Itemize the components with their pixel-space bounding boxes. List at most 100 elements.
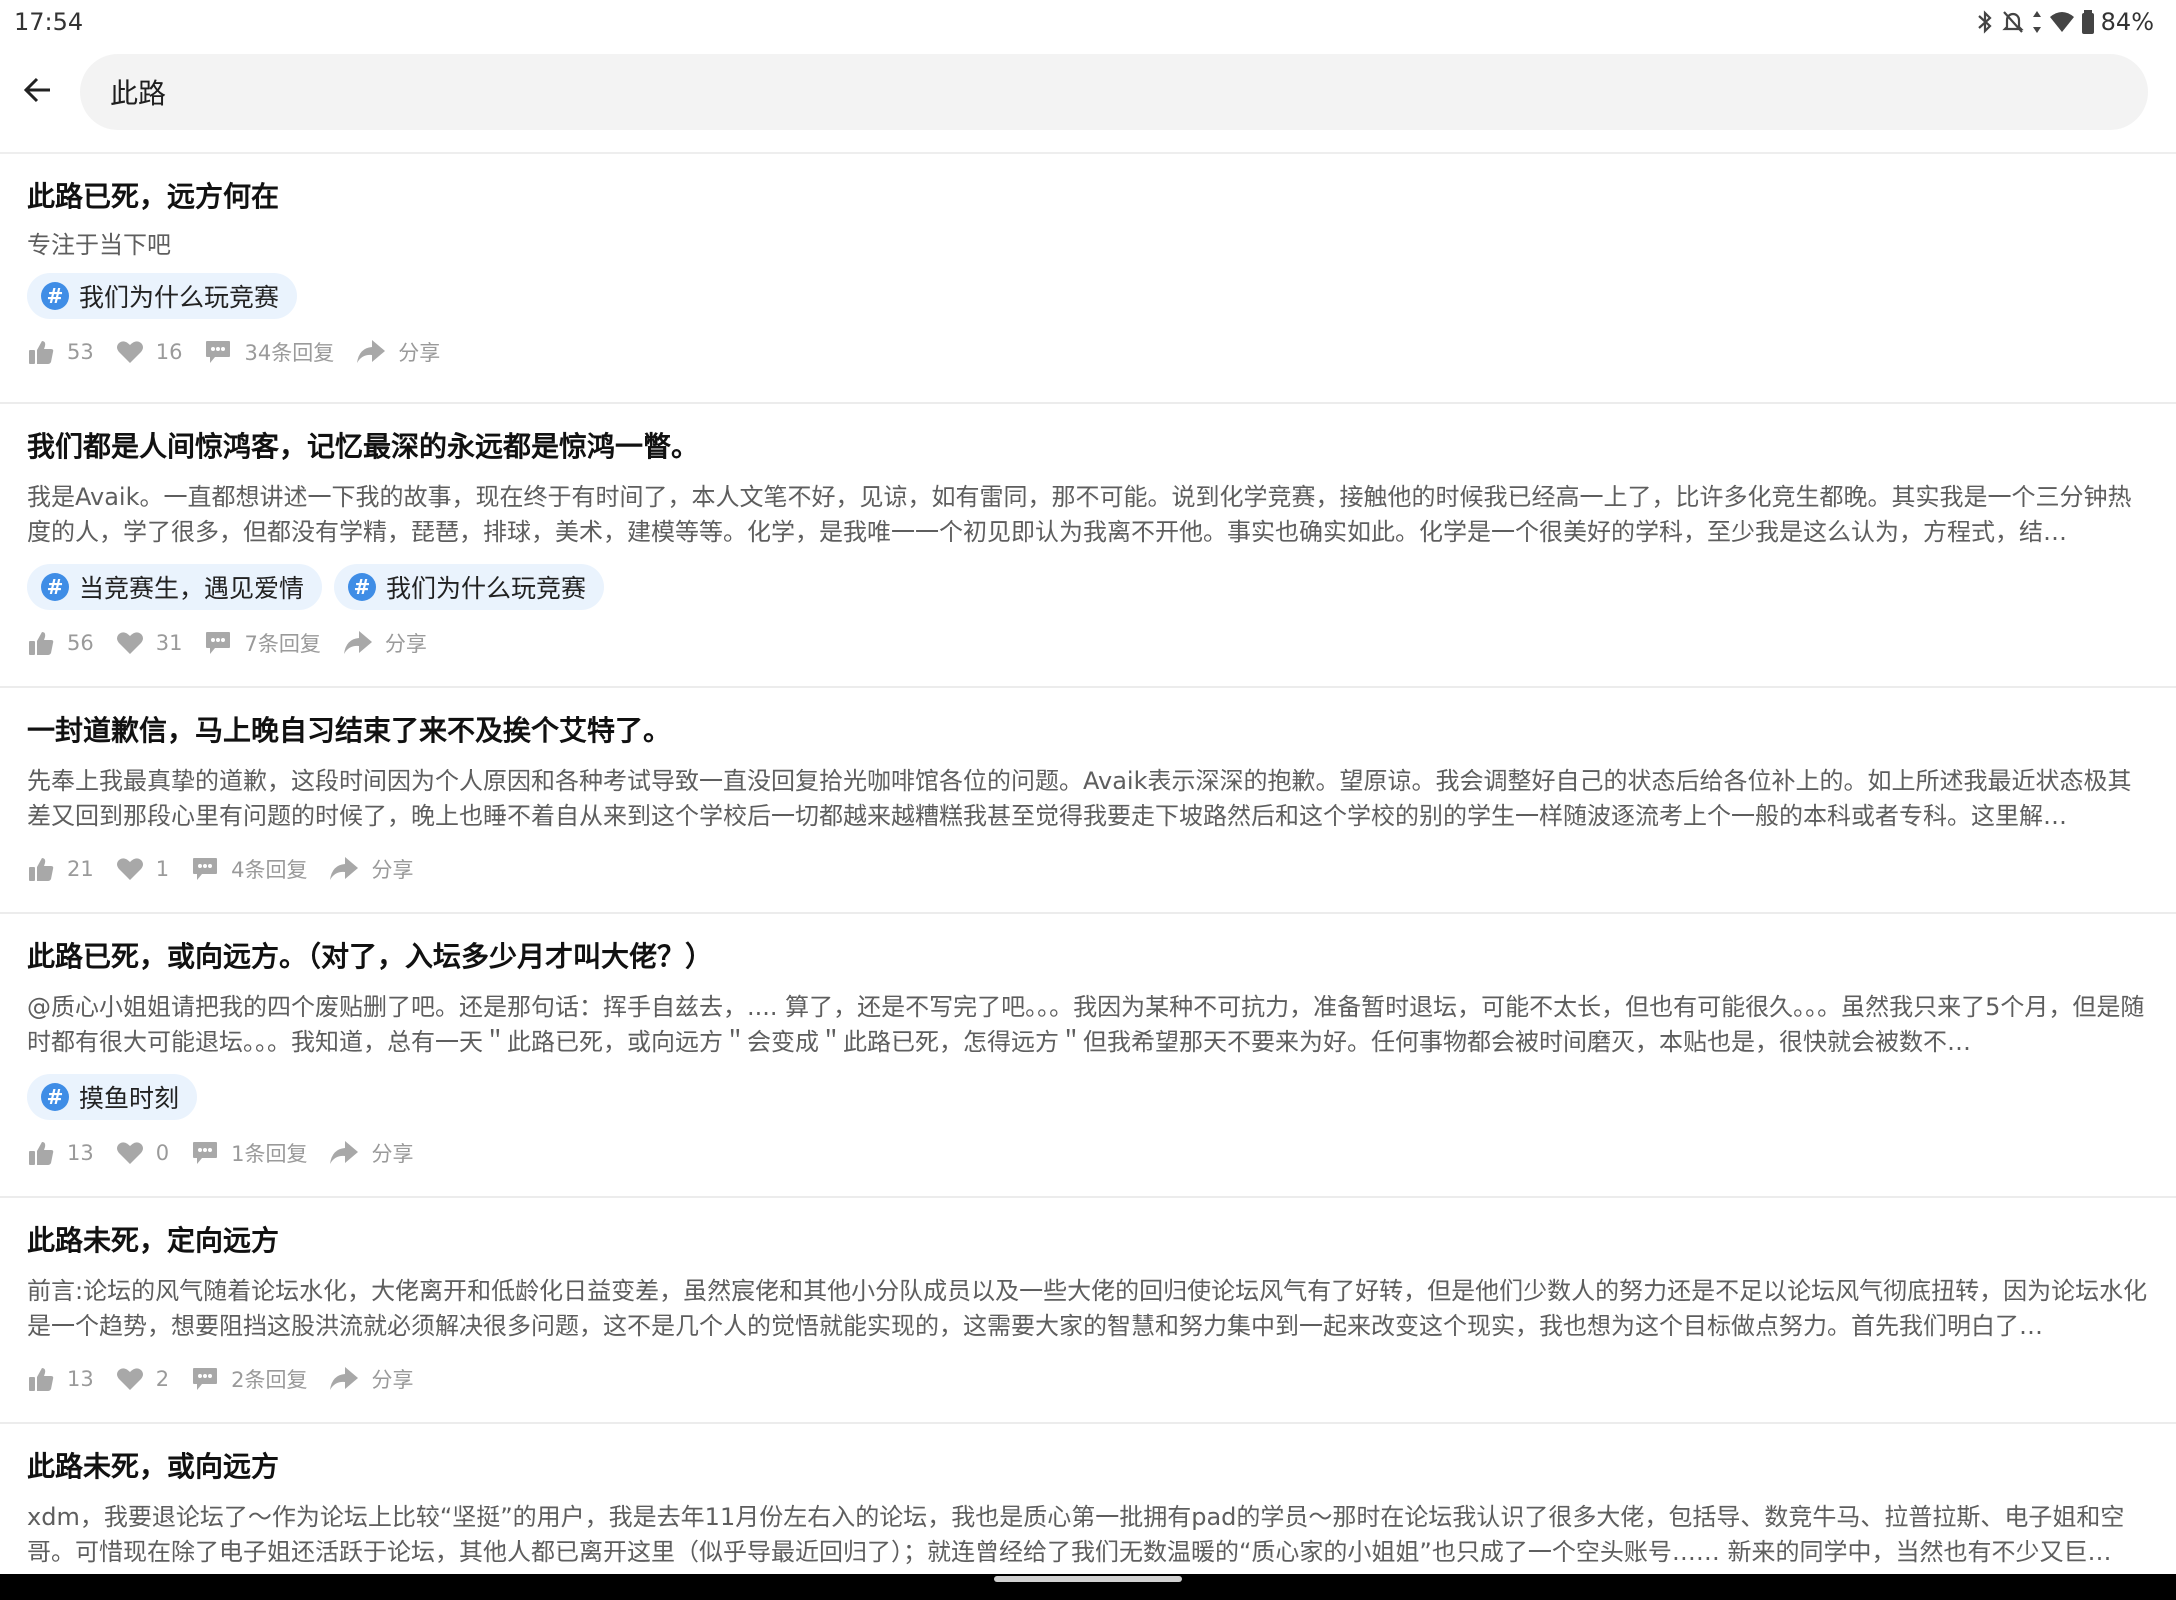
comment-icon <box>206 632 231 654</box>
reply-count: 4条回复 <box>231 858 308 882</box>
post-card[interactable]: 此路已死，远方何在 专注于当下吧 # 我们为什么玩竞赛 53 16 34条回复 分… <box>0 154 2176 404</box>
topic-tags: # 摸鱼时刻 <box>27 1074 2149 1120</box>
topic-tag[interactable]: # 我们为什么玩竞赛 <box>27 273 298 319</box>
reply-button[interactable]: 1条回复 <box>191 1138 307 1168</box>
thumbs-up-icon <box>29 1368 54 1391</box>
heart-icon <box>116 341 143 363</box>
reply-button[interactable]: 2条回复 <box>191 1364 307 1394</box>
search-input[interactable] <box>108 74 2148 110</box>
post-actions: 56 31 7条回复 分享 <box>27 628 2149 658</box>
back-button[interactable] <box>16 68 60 112</box>
share-arrow-icon <box>330 1141 359 1164</box>
like-button[interactable]: 13 <box>27 1139 94 1167</box>
share-label: 分享 <box>371 858 414 882</box>
share-arrow-icon <box>330 1367 359 1390</box>
like-button[interactable]: 56 <box>27 629 94 657</box>
like-button[interactable]: 53 <box>27 338 94 366</box>
post-title: 一封道歉信，马上晚自习结束了来不及挨个艾特了。 <box>27 714 672 747</box>
post-card[interactable]: 此路未死，或向远方 xdm，我要退论坛了～作为论坛上比较“坚挺”的用户，我是去年… <box>0 1424 2176 1574</box>
reply-count: 2条回复 <box>231 1368 308 1392</box>
post-excerpt: 专注于当下吧 <box>27 231 171 259</box>
data-arrows-icon <box>2032 11 2041 33</box>
favorite-count: 1 <box>155 857 170 881</box>
status-time: 17:54 <box>14 8 84 36</box>
post-title: 我们都是人间惊鸿客，记忆最深的永远都是惊鸿一瞥。 <box>27 430 700 463</box>
post-title: 此路未死，定向远方 <box>27 1224 280 1257</box>
bluetooth-icon <box>1977 10 1992 34</box>
favorite-count: 31 <box>155 631 183 655</box>
post-card[interactable]: 此路未死，定向远方 前言:论坛的风气随着论坛水化，大佬离开和低龄化日益变差，虽然… <box>0 1198 2176 1424</box>
thumbs-up-icon <box>29 632 54 655</box>
post-actions: 13 0 1条回复 分享 <box>27 1138 2149 1168</box>
like-button[interactable]: 21 <box>27 855 94 883</box>
post-card[interactable]: 此路已死，或向远方。（对了，入坛多少月才叫大佬？） @质心小姐姐请把我的四个废贴… <box>0 914 2176 1198</box>
search-header <box>0 52 2176 130</box>
topic-tags: # 我们为什么玩竞赛 <box>27 273 2149 319</box>
comment-icon <box>193 1142 218 1164</box>
like-count: 53 <box>67 340 94 364</box>
heart-icon <box>116 1142 143 1164</box>
topic-tag-label: 当竞赛生，遇见爱情 <box>79 574 305 603</box>
share-button[interactable]: 分享 <box>356 337 440 367</box>
share-label: 分享 <box>371 1142 414 1166</box>
post-card[interactable]: 我们都是人间惊鸿客，记忆最深的永远都是惊鸿一瞥。 我是Avaik。一直都想讲述一… <box>0 404 2176 688</box>
share-button[interactable]: 分享 <box>329 1364 413 1394</box>
favorite-button[interactable]: 1 <box>116 856 169 882</box>
topic-tag[interactable]: # 当竞赛生，遇见爱情 <box>27 564 323 610</box>
heart-icon <box>116 632 143 654</box>
home-gesture-handle[interactable] <box>994 1576 1182 1582</box>
heart-icon <box>116 858 143 880</box>
topic-tags: # 当竞赛生，遇见爱情 # 我们为什么玩竞赛 <box>27 564 2149 610</box>
post-excerpt: @质心小姐姐请把我的四个废贴删了吧。还是那句话：挥手自兹去，.... 算了，还是… <box>27 993 2145 1056</box>
mute-bell-icon <box>2002 11 2024 33</box>
share-button[interactable]: 分享 <box>343 628 427 658</box>
search-box[interactable] <box>80 54 2148 130</box>
post-excerpt: 先奉上我最真挚的道歉，这段时间因为个人原因和各种考试导致一直没回复拾光咖啡馆各位… <box>27 767 2132 830</box>
reply-count: 7条回复 <box>244 632 321 656</box>
hashtag-icon: # <box>41 1083 69 1111</box>
favorite-button[interactable]: 2 <box>116 1366 169 1392</box>
topic-tag[interactable]: # 我们为什么玩竞赛 <box>334 564 605 610</box>
thumbs-up-icon <box>29 341 54 364</box>
topic-tag-label: 我们为什么玩竞赛 <box>386 574 587 603</box>
post-card[interactable]: 一封道歉信，马上晚自习结束了来不及挨个艾特了。 先奉上我最真挚的道歉，这段时间因… <box>0 688 2176 914</box>
post-actions: 13 2 2条回复 分享 <box>27 1364 2149 1394</box>
hashtag-icon: # <box>41 282 69 310</box>
share-label: 分享 <box>384 632 427 656</box>
reply-count: 34条回复 <box>244 341 335 365</box>
topic-tag-label: 摸鱼时刻 <box>79 1084 180 1113</box>
post-title: 此路已死，或向远方。（对了，入坛多少月才叫大佬？） <box>27 940 714 973</box>
comment-icon <box>206 341 231 363</box>
like-count: 13 <box>67 1367 94 1391</box>
reply-button[interactable]: 4条回复 <box>191 854 307 884</box>
share-arrow-icon <box>343 631 372 654</box>
favorite-count: 2 <box>155 1367 170 1391</box>
like-count: 13 <box>67 1141 94 1165</box>
post-title: 此路未死，或向远方 <box>27 1450 280 1483</box>
favorite-button[interactable]: 0 <box>116 1140 169 1166</box>
share-label: 分享 <box>371 1368 414 1392</box>
like-count: 21 <box>67 857 94 881</box>
share-arrow-icon <box>330 857 359 880</box>
share-button[interactable]: 分享 <box>329 854 413 884</box>
post-title: 此路已死，远方何在 <box>27 180 280 213</box>
topic-tag-label: 我们为什么玩竞赛 <box>79 283 280 312</box>
topic-tag[interactable]: # 摸鱼时刻 <box>27 1074 198 1120</box>
search-results-list[interactable]: 此路已死，远方何在 专注于当下吧 # 我们为什么玩竞赛 53 16 34条回复 分… <box>0 154 2176 1574</box>
reply-button[interactable]: 7条回复 <box>204 628 321 658</box>
like-button[interactable]: 13 <box>27 1365 94 1393</box>
post-actions: 21 1 4条回复 分享 <box>27 854 2149 884</box>
battery-icon <box>2081 10 2094 34</box>
reply-count: 1条回复 <box>231 1142 308 1166</box>
post-actions: 53 16 34条回复 分享 <box>27 337 2149 367</box>
heart-icon <box>116 1368 143 1390</box>
post-excerpt: 前言:论坛的风气随着论坛水化，大佬离开和低龄化日益变差，虽然宸佬和其他小分队成员… <box>27 1277 2148 1340</box>
reply-button[interactable]: 34条回复 <box>204 337 334 367</box>
thumbs-up-icon <box>29 858 54 881</box>
status-bar: 17:54 84% <box>0 0 2176 44</box>
favorite-button[interactable]: 31 <box>116 630 183 656</box>
share-button[interactable]: 分享 <box>329 1138 413 1168</box>
favorite-button[interactable]: 16 <box>116 339 182 365</box>
comment-icon <box>193 1368 218 1390</box>
like-count: 56 <box>67 631 94 655</box>
